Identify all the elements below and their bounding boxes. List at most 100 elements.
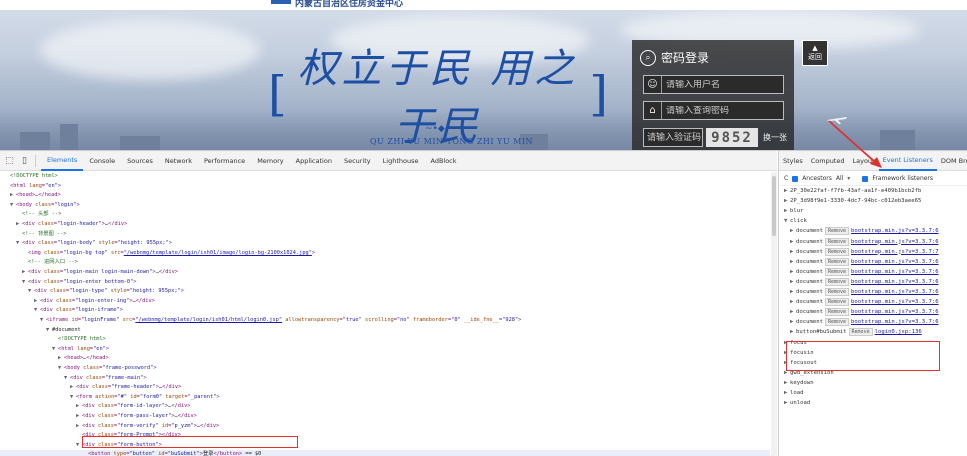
remove-listener-button[interactable]: Remove — [824, 298, 850, 307]
dom-node[interactable]: ▶ <div class="form-pass-layer">…</div> — [76, 412, 197, 421]
remove-listener-button[interactable]: Remove — [824, 267, 850, 276]
tab-console[interactable]: Console — [83, 151, 121, 171]
ancestors-checkbox[interactable] — [792, 175, 799, 182]
dom-node[interactable]: <!-- 头部 --> — [16, 210, 61, 219]
listener-source-link[interactable]: bootstrap.min.js?v=3.3.7:6 — [851, 279, 939, 285]
listener-entry[interactable]: ▶ document Remove bootstrap.min.js?v=3.3.7:… — [790, 227, 939, 236]
username-input[interactable] — [662, 79, 772, 90]
sidebar-tab-dom-breal[interactable]: DOM Breal — [937, 151, 967, 171]
dom-node[interactable]: <img class="login-bg top" src="/webnmg/t… — [22, 249, 315, 258]
dom-node[interactable]: ▶ <div class="login-enter-ing">…</div> — [34, 297, 155, 306]
dom-node[interactable]: ▶ <div class="form-verify" id="p_yzm">…</… — [76, 422, 219, 431]
listener-group[interactable]: ▶ blur — [784, 207, 803, 216]
remove-listener-button[interactable]: Remove — [824, 318, 850, 327]
dom-node[interactable]: ▼ <form action="#" id="form0" target="_pa… — [70, 393, 220, 402]
dom-node[interactable]: ▶ <head>…</head> — [10, 191, 61, 200]
inspect-element-icon[interactable]: ⬚ — [4, 155, 15, 166]
dom-node[interactable]: ▶ <div class="form-id-layer">…</div> — [76, 402, 191, 411]
filter-select[interactable]: All — [836, 175, 843, 182]
scrollbar-thumb[interactable] — [772, 176, 776, 236]
listener-entry[interactable]: ▶ document Remove bootstrap.min.js?v=3.3.7:… — [790, 247, 939, 257]
dom-node[interactable]: ▼ #document — [46, 326, 81, 335]
listener-source-link[interactable]: bootstrap.min.js?v=3.3.7:6 — [851, 319, 939, 325]
listener-entry[interactable]: ▶ document Remove bootstrap.min.js?v=3.3.7:… — [790, 288, 939, 297]
dom-node[interactable]: <html lang="en"> — [4, 182, 61, 191]
back-button[interactable]: ▲ 返回 — [802, 40, 828, 66]
remove-listener-button[interactable]: Remove — [824, 227, 850, 236]
dom-node[interactable]: ▶ <div class="login-main login-main-down"… — [22, 268, 178, 277]
dom-node[interactable]: ▼ <div class="login-body" style="height: … — [16, 239, 172, 248]
listener-source-link[interactable]: bootstrap.min.js?v=3.3.7:6 — [851, 228, 939, 234]
listener-entry[interactable]: ▶ document Remove bootstrap.min.js?v=3.3.7:… — [790, 298, 939, 307]
dom-node[interactable]: <!-- 背景图 --> — [16, 230, 67, 239]
listener-entry[interactable]: ▶ button#buSubmit Remove login0.jsp:136 — [790, 328, 922, 337]
listener-group[interactable]: ▶ 2P_30e22faf-f7fb-43af-aa1f-e409b1bcb2fb — [784, 187, 921, 196]
listener-source-link[interactable]: bootstrap.min.js?v=3.3.7:6 — [851, 309, 939, 315]
device-toggle-icon[interactable]: ▯ — [19, 155, 30, 166]
listener-group[interactable]: ▶ unload — [784, 399, 810, 408]
sidebar-tab-styles[interactable]: Styles — [779, 151, 807, 171]
tab-lighthouse[interactable]: Lighthouse — [377, 151, 425, 171]
sidebar-tab-layout[interactable]: Layout — [849, 151, 879, 171]
tab-adblock[interactable]: AdBlock — [424, 151, 462, 171]
tab-memory[interactable]: Memory — [251, 151, 289, 171]
dom-node[interactable]: <!-- 进网入口 --> — [22, 258, 78, 267]
captcha-input[interactable] — [643, 128, 703, 147]
listener-source-link[interactable]: bootstrap.min.js?v=3.3.7:6 — [851, 269, 939, 275]
remove-listener-button[interactable]: Remove — [824, 257, 850, 266]
listener-source-link[interactable]: bootstrap.min.js?v=3.3.7:6 — [851, 299, 939, 305]
tab-application[interactable]: Application — [290, 151, 338, 171]
remove-listener-button[interactable]: Remove — [824, 308, 850, 317]
tab-performance[interactable]: Performance — [198, 151, 251, 171]
sidebar-tab-event-listeners[interactable]: Event Listeners — [878, 151, 937, 171]
listener-source-link[interactable]: bootstrap.min.js?v=3.3.7:6 — [851, 289, 939, 295]
listener-source-link[interactable]: bootstrap.min.js?v=3.3.7:7 — [851, 249, 939, 255]
captcha-refresh-link[interactable]: 换一张 — [763, 132, 787, 143]
dom-node[interactable]: ▼ <div class="login-iframe"> — [34, 306, 123, 315]
listener-group[interactable]: ▶ load — [784, 389, 803, 398]
remove-listener-button[interactable]: Remove — [824, 277, 850, 286]
dom-node[interactable]: ▼ <iframe id="loginFrame" src="/webnmg/te… — [40, 316, 521, 325]
remove-listener-button[interactable]: Remove — [848, 328, 873, 337]
listener-source-link[interactable]: bootstrap.min.js?v=3.3.7:6 — [851, 239, 939, 245]
listener-group[interactable]: ▶ keydown — [784, 379, 814, 388]
tab-sources[interactable]: Sources — [121, 151, 159, 171]
dom-node[interactable]: ▶ <div class="frame-header">…</div> — [70, 383, 181, 392]
password-input[interactable] — [662, 105, 772, 116]
dom-node[interactable]: ▶ <div class="login-header">…</div> — [16, 220, 127, 229]
dom-node[interactable]: ▼ <div class="frame-main"> — [64, 374, 147, 383]
listener-source-link[interactable]: bootstrap.min.js?v=3.3.7:6 — [851, 259, 939, 265]
listener-entry[interactable]: ▶ document Remove bootstrap.min.js?v=3.3.7:… — [790, 267, 939, 277]
dom-token-lnk[interactable]: "/webnmg/template/login/ish01/html/login… — [135, 317, 282, 323]
remove-listener-button[interactable]: Remove — [824, 288, 850, 296]
dom-node[interactable]: ▼ <html lang="en"> — [52, 345, 109, 354]
listener-entry[interactable]: ▶ document Remove bootstrap.min.js?v=3.3.7:… — [790, 318, 939, 327]
listener-group[interactable]: ▼ click — [784, 217, 807, 226]
remove-listener-button[interactable]: Remove — [824, 247, 850, 256]
dom-node[interactable]: <!DOCTYPE html> — [52, 335, 106, 344]
remove-listener-button[interactable]: Remove — [824, 237, 850, 246]
dom-node[interactable]: ▶ <head>…</head> — [58, 354, 109, 363]
listener-entry[interactable]: ▶ document Remove bootstrap.min.js?v=3.3.7:… — [790, 277, 939, 287]
listener-entry[interactable]: ▶ document Remove bootstrap.min.js?v=3.3.7:… — [790, 237, 939, 247]
elements-scrollbar[interactable] — [771, 172, 777, 456]
listener-entry[interactable]: ▶ document Remove bootstrap.min.js?v=3.3.7:… — [790, 257, 939, 267]
dom-node[interactable]: ▼ <body class="login"> — [10, 201, 80, 210]
dom-node[interactable]: ▼ <div class="login-type" style="height: … — [28, 287, 184, 296]
tab-security[interactable]: Security — [338, 151, 377, 171]
listener-group[interactable]: ▶ 2P_3d98f9e1-3330-4dc7-94bc-c012eb3aee65 — [784, 197, 921, 206]
dom-node[interactable]: <!DOCTYPE html> — [4, 172, 58, 181]
tab-network[interactable]: Network — [159, 151, 198, 171]
dom-node[interactable]: ▼ <div class="login-enter bottom-0"> — [22, 278, 136, 287]
dom-token-lnk[interactable]: "/webnmg/template/login/ish01/image/logi… — [124, 250, 312, 256]
captcha-image[interactable]: 9852 — [706, 128, 758, 147]
refresh-icon[interactable]: C — [784, 175, 788, 182]
tab-elements[interactable]: Elements — [41, 151, 84, 171]
listener-source-link[interactable]: login0.jsp:136 — [875, 329, 922, 335]
dom-node-selected[interactable]: <button type="button" id="buSubmit">登录</… — [0, 450, 770, 456]
dom-node[interactable]: ▼ <body class="frame-possword"> — [58, 364, 157, 373]
listener-entry[interactable]: ▶ document Remove bootstrap.min.js?v=3.3.7:… — [790, 308, 939, 317]
dom-token-attr: class — [55, 307, 72, 314]
framework-listeners-checkbox[interactable] — [862, 175, 869, 182]
sidebar-tab-computed[interactable]: Computed — [807, 151, 849, 171]
